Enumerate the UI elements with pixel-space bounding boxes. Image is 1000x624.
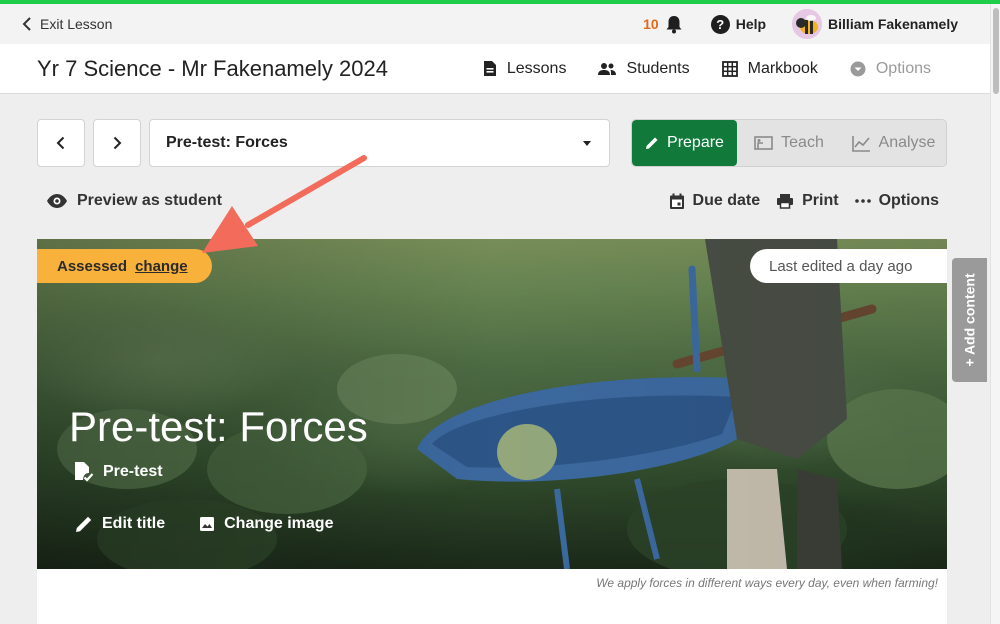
mode-switcher: Prepare Teach Analyse [631,119,947,167]
assessed-label: Assessed [57,257,128,275]
grid-icon [721,60,738,77]
options-label: Options [878,192,939,209]
class-header: Yr 7 Science - Mr Fakenamely 2024 Lesson… [0,44,990,94]
help-button[interactable]: ? Help [710,14,767,34]
top-bar: Exit Lesson 10 ? Help Billiam Fakenamely [0,4,990,44]
preview-as-student-label: Preview as student [77,192,222,209]
exit-lesson-label: Exit Lesson [40,16,113,32]
document-icon [483,61,496,76]
last-edited-badge: Last edited a day ago [750,249,947,283]
print-button[interactable]: Print [776,192,839,210]
previous-lesson-button[interactable] [37,119,85,167]
next-lesson-button[interactable] [93,119,141,167]
lesson-type-label: Pre-test [103,463,163,480]
edit-title-button[interactable]: Edit title [75,515,165,533]
class-title: Yr 7 Science - Mr Fakenamely 2024 [37,55,388,81]
page-scrollbar[interactable] [990,4,1000,624]
due-date-button[interactable]: Due date [669,192,761,210]
lesson-title: Pre-test: Forces [69,403,368,450]
chevron-left-icon [56,136,65,150]
people-icon [598,63,617,75]
exit-lesson-button[interactable]: Exit Lesson [22,16,112,32]
add-content-label: + Add content [961,273,978,367]
pencil-icon [646,137,658,149]
mode-analyse[interactable]: Analyse [841,120,946,166]
nav-students[interactable]: Students [598,59,690,78]
image-caption: We apply forces in different ways every … [596,576,938,590]
options-button[interactable]: Options [854,192,939,210]
mode-teach[interactable]: Teach [737,120,841,166]
nav-lessons[interactable]: Lessons [483,59,567,78]
nav-students-label: Students [626,59,690,77]
lesson-select[interactable]: Pre-test: Forces [149,119,610,167]
lesson-toolbar: Preview as student Due date Print Option… [0,192,990,216]
print-label: Print [802,192,839,209]
nav-lessons-label: Lessons [506,59,567,77]
add-content-tab[interactable]: + Add content [952,258,987,382]
chart-icon [851,135,870,152]
eye-icon [47,194,67,208]
nav-options[interactable]: Options [850,60,931,78]
edit-title-label: Edit title [102,515,166,532]
notification-count[interactable]: 10 [643,16,659,32]
nav-markbook[interactable]: Markbook [721,59,818,78]
scrollbar-thumb[interactable] [993,8,999,94]
board-icon [754,135,773,150]
pencil-icon [76,516,92,532]
chevron-left-icon [22,17,31,31]
help-label: Help [735,16,767,32]
change-assessment-link[interactable]: change [135,258,188,275]
change-image-label: Change image [224,515,334,532]
caret-down-icon [583,141,591,146]
lesson-type: Pre-test [73,461,163,483]
nav-options-label: Options [875,59,931,77]
more-horizontal-icon [854,199,871,203]
help-icon: ? [710,14,730,34]
mode-teach-label: Teach [781,134,824,151]
printer-icon [777,194,794,209]
mode-prepare-label: Prepare [667,134,724,151]
bell-icon[interactable] [665,15,683,34]
mode-analyse-label: Analyse [878,134,936,151]
mode-prepare[interactable]: Prepare [632,120,737,166]
add-content-text: Add content [961,273,978,356]
class-nav: Lessons Students Markbook Options [451,60,931,78]
assessed-badge: Assessed change [37,249,212,283]
calendar-icon [669,193,684,209]
lesson-select-value: Pre-test: Forces [166,134,288,151]
avatar [792,9,823,39]
nav-markbook-label: Markbook [747,59,818,77]
due-date-label: Due date [692,192,761,209]
image-icon [200,517,215,531]
chevron-right-icon [113,136,122,150]
change-image-button[interactable]: Change image [199,515,333,533]
user-menu[interactable]: Billiam Fakenamely [792,9,958,39]
content-panel: We apply forces in different ways every … [37,569,947,624]
preview-as-student-button[interactable]: Preview as student [46,192,222,210]
gear-icon [850,61,866,76]
user-name: Billiam Fakenamely [828,16,958,32]
document-check-icon [75,462,94,482]
lesson-hero-image: Assessed change Last edited a day ago Pr… [37,239,947,569]
